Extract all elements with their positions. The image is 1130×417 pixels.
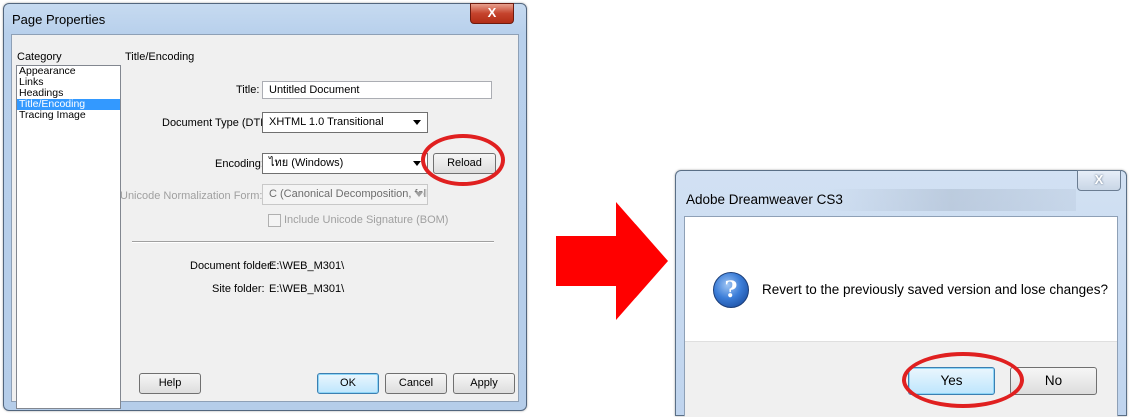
normalization-value: C (Canonical Decomposition, follow: [269, 188, 428, 200]
doctype-label: Document Type (DTD):: [162, 117, 275, 129]
document-folder-label: Document folder:: [190, 260, 274, 272]
title-input[interactable]: Untitled Document: [262, 81, 492, 99]
window-title: Page Properties: [12, 12, 106, 27]
question-icon: ?: [713, 272, 749, 308]
encoding-select[interactable]: ไทย (Windows): [262, 153, 428, 174]
page-properties-window: Page Properties X Category Appearance Li…: [3, 3, 527, 411]
dialog-title: Adobe Dreamweaver CS3: [686, 192, 843, 207]
cancel-button[interactable]: Cancel: [385, 373, 447, 394]
highlight-ring-yes: [902, 352, 1024, 408]
close-button[interactable]: X: [470, 3, 514, 24]
apply-button[interactable]: Apply: [453, 373, 515, 394]
encoding-value: ไทย (Windows): [269, 157, 344, 169]
site-folder-value: E:\WEB_M301\: [269, 283, 345, 295]
divider: [132, 241, 494, 243]
bom-checkbox: [268, 214, 281, 227]
site-folder-label: Site folder:: [212, 283, 265, 295]
help-button[interactable]: Help: [139, 373, 201, 394]
document-folder-value: E:\WEB_M301\: [269, 260, 345, 272]
category-list[interactable]: Appearance Links Headings Title/Encoding…: [16, 65, 121, 409]
bom-label: Include Unicode Signature (BOM): [284, 214, 449, 226]
normalization-select: C (Canonical Decomposition, follow: [262, 184, 428, 205]
chevron-down-icon: [413, 120, 421, 125]
ok-button[interactable]: OK: [317, 373, 379, 394]
encoding-label: Encoding:: [215, 158, 264, 170]
confirm-dialog-window: Adobe Dreamweaver CS3 X ? Revert to the …: [675, 170, 1127, 417]
chevron-down-icon: [413, 161, 421, 166]
dialog-message: Revert to the previously saved version a…: [762, 282, 1108, 297]
doctype-value: XHTML 1.0 Transitional: [269, 116, 384, 128]
dialog-client-area: ? Revert to the previously saved version…: [684, 216, 1118, 417]
title-bar-reflection: [826, 189, 1076, 211]
dialog-footer: Yes No: [685, 341, 1117, 417]
doctype-select[interactable]: XHTML 1.0 Transitional: [262, 112, 428, 133]
highlight-ring-reload: [421, 134, 505, 186]
dialog-client-area: Category Appearance Links Headings Title…: [11, 34, 519, 409]
category-heading: Category: [17, 51, 62, 63]
title-label: Title:: [236, 84, 260, 96]
section-heading: Title/Encoding: [125, 51, 195, 63]
chevron-down-icon: [415, 192, 423, 197]
close-button[interactable]: X: [1077, 170, 1121, 191]
category-item-tracing-image[interactable]: Tracing Image: [17, 110, 120, 121]
normalization-label: Unicode Normalization Form:: [120, 190, 263, 202]
arrow-right-icon: [556, 202, 668, 320]
